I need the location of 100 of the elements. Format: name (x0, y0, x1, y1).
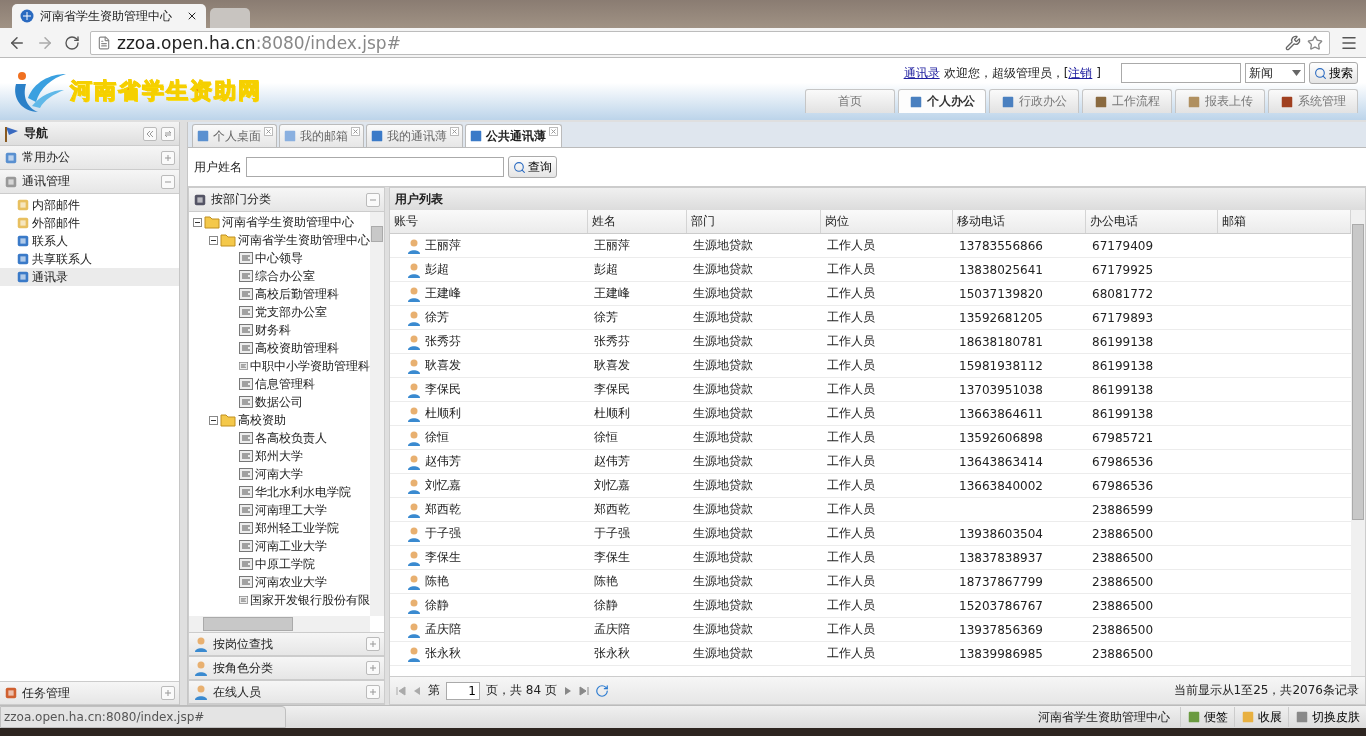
panel-section[interactable]: 按岗位查找 (189, 632, 384, 656)
sidebar-section[interactable]: 通讯管理 (0, 170, 179, 194)
content-tab[interactable]: 公共通讯薄 (465, 124, 562, 147)
document-icon (239, 486, 253, 498)
column-header[interactable]: 部门 (687, 210, 821, 233)
expand-button[interactable] (366, 685, 380, 699)
tree-item[interactable]: 河南省学生资助管理中心 (222, 213, 354, 231)
category-select[interactable]: 新闻 (1245, 63, 1305, 83)
search-field[interactable] (1121, 63, 1241, 83)
status-button[interactable]: 便签 (1180, 707, 1234, 727)
table-cell-text: 工作人员 (826, 453, 876, 470)
column-header[interactable]: 移动电话 (953, 210, 1086, 233)
close-icon[interactable] (186, 10, 198, 22)
column-header[interactable]: 账号 (390, 210, 588, 233)
collapse-icon[interactable] (193, 217, 202, 227)
collapse-icon[interactable] (209, 235, 218, 245)
collapse-button[interactable] (161, 174, 175, 189)
swap-button[interactable] (161, 126, 175, 141)
tree-item[interactable]: 党支部办公室 (255, 303, 327, 321)
expand-button[interactable] (161, 686, 175, 700)
tree-item[interactable]: 中原工学院 (255, 555, 315, 573)
table-cell-text: 86199138 (1091, 405, 1155, 423)
tree-item[interactable]: 河南大学 (255, 465, 303, 483)
content-tab[interactable]: 我的邮箱 (279, 124, 364, 147)
tree-item[interactable]: 河南省学生资助管理中心 (238, 231, 370, 249)
logout-link[interactable]: 注销 (1068, 64, 1093, 82)
nav-tab[interactable]: 系统管理 (1268, 89, 1358, 113)
last-page-icon[interactable] (578, 685, 589, 696)
column-header[interactable]: 办公电话 (1086, 210, 1218, 233)
collapse-button[interactable] (143, 126, 157, 141)
tree-item[interactable]: 财务科 (255, 321, 291, 339)
table-cell-text: 生源地贷款 (692, 477, 754, 494)
double-chevron-left-icon (146, 129, 154, 138)
page-field[interactable]: 1 (446, 681, 480, 700)
status-button[interactable]: 切换皮肤 (1288, 707, 1366, 727)
content-tab[interactable]: 个人桌面 (192, 124, 277, 147)
sidebar-item[interactable]: 内部邮件 (0, 196, 179, 214)
tree-item[interactable]: 综合办公室 (255, 267, 315, 285)
expand-button[interactable] (366, 637, 380, 651)
star-icon[interactable] (1307, 34, 1323, 51)
tree-item[interactable]: 河南农业大学 (255, 573, 327, 591)
panel-section[interactable]: 在线人员 (189, 680, 384, 704)
column-header[interactable]: 岗位 (821, 210, 953, 233)
previous-page-icon[interactable] (412, 685, 422, 696)
column-header[interactable]: 姓名 (588, 210, 687, 233)
nav-tab[interactable]: 工作流程 (1082, 89, 1172, 113)
panel-section[interactable]: 按角色分类 (189, 656, 384, 680)
table-cell-text: 13839986985 (958, 645, 1044, 663)
person-icon (406, 261, 422, 278)
nav-tab[interactable]: 报表上传 (1175, 89, 1265, 113)
tree-item[interactable]: 高校后勤管理科 (255, 285, 339, 303)
scrollbar[interactable] (189, 616, 370, 632)
reload-icon[interactable] (64, 34, 80, 51)
address-field[interactable]: zzoa.open.ha.cn:8080/index.jsp# (90, 30, 1330, 55)
content-tab[interactable]: 我的通讯薄 (366, 124, 463, 147)
table-cell-text: 杜顺利 (593, 405, 631, 422)
table-cell-text: 13783556866 (958, 237, 1044, 255)
tree-item[interactable]: 信息管理科 (255, 375, 315, 393)
scrollbar[interactable] (1351, 210, 1365, 676)
tree-item[interactable]: 高校资助 (238, 411, 286, 429)
query-button[interactable]: 查询 (508, 156, 557, 178)
tree-item[interactable]: 河南理工大学 (255, 501, 327, 519)
sidebar-section[interactable]: 任务管理 (0, 681, 179, 705)
tree-item[interactable]: 郑州大学 (255, 447, 303, 465)
sidebar-item[interactable]: 联系人 (0, 232, 179, 250)
tree-item[interactable]: 中职中小学资助管理科 (250, 357, 370, 375)
wrench-icon[interactable] (1285, 34, 1301, 51)
sidebar-item[interactable]: 外部邮件 (0, 214, 179, 232)
refresh-icon[interactable] (594, 683, 609, 698)
tree-item[interactable]: 河南工业大学 (255, 537, 327, 555)
sidebar-item[interactable]: 共享联系人 (0, 250, 179, 268)
table-cell: 徐芳 (390, 306, 588, 329)
expand-button[interactable] (161, 150, 175, 165)
contacts-link[interactable]: 通讯录 (903, 64, 940, 82)
tree-item[interactable]: 华北水利水电学院 (255, 483, 351, 501)
collapse-icon[interactable] (209, 415, 218, 425)
first-page-icon[interactable] (396, 685, 406, 696)
tree-item[interactable]: 各高校负责人 (255, 429, 327, 447)
nav-tab[interactable]: 行政办公 (989, 89, 1079, 113)
person-icon (193, 660, 209, 676)
next-page-icon[interactable] (562, 685, 573, 696)
collapse-button[interactable] (366, 192, 380, 207)
tree-item[interactable]: 国家开发银行股份有限 (250, 591, 370, 609)
sidebar-section[interactable]: 常用办公 (0, 146, 179, 170)
tree-item[interactable]: 高校资助管理科 (255, 339, 339, 357)
document-icon (239, 504, 253, 516)
status-button[interactable]: 收展 (1234, 707, 1288, 727)
scrollbar[interactable] (370, 212, 384, 616)
sidebar-item[interactable]: 通讯录 (0, 268, 179, 286)
tree-item[interactable]: 郑州轻工业学院 (255, 519, 339, 537)
search-button[interactable]: 搜索 (1309, 62, 1358, 84)
browser-tab[interactable]: 河南省学生资助管理中心 (12, 4, 206, 28)
tree-item[interactable]: 数据公司 (255, 393, 303, 411)
username-field[interactable] (246, 157, 504, 177)
expand-button[interactable] (366, 661, 380, 675)
person-icon (406, 453, 422, 470)
tree-item[interactable]: 中心领导 (255, 249, 303, 267)
nav-tab[interactable]: 个人办公 (898, 89, 986, 113)
table-cell-text: 工作人员 (826, 621, 876, 638)
nav-tab[interactable]: 首页 (805, 89, 895, 113)
